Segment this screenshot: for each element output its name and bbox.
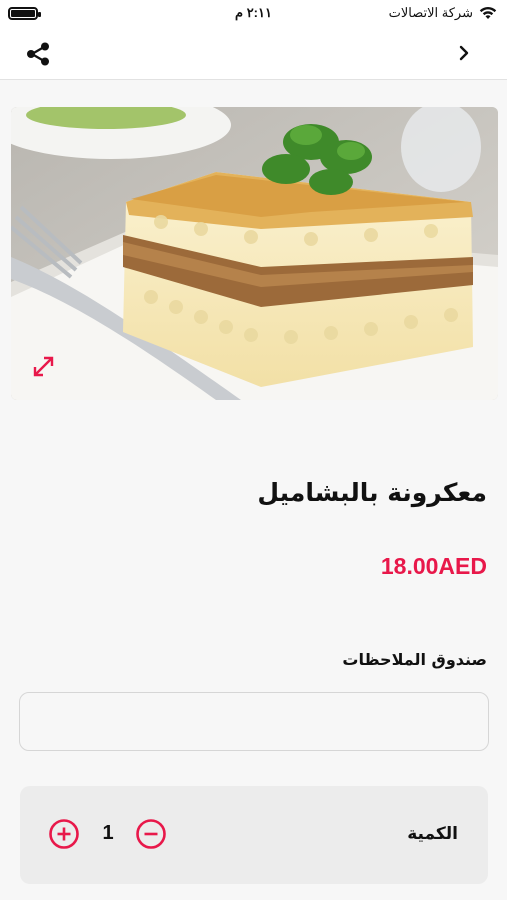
product-image[interactable] bbox=[11, 107, 498, 400]
status-carrier-group: شركة الاتصالات bbox=[389, 5, 497, 21]
plus-circle-icon bbox=[49, 819, 79, 849]
back-button[interactable] bbox=[457, 42, 471, 64]
product-price: 18.00AED bbox=[380, 553, 487, 579]
chevron-right-icon bbox=[459, 45, 469, 61]
status-bar: ٢:١١ م شركة الاتصالات bbox=[0, 0, 507, 28]
expand-image-button[interactable] bbox=[20, 343, 69, 390]
carrier-name: شركة الاتصالات bbox=[388, 5, 473, 20]
quantity-value: 1 bbox=[102, 822, 114, 844]
expand-icon bbox=[33, 356, 54, 377]
quantity-label: الكمية bbox=[407, 824, 458, 844]
minus-circle-icon bbox=[136, 819, 166, 849]
product-name: معكرونة بالبشاميل bbox=[257, 478, 487, 507]
quantity-card: الكمية 1 bbox=[20, 786, 488, 884]
notes-label: صندوق الملاحظات bbox=[342, 650, 487, 669]
lasagna-photo bbox=[11, 107, 498, 400]
share-icon bbox=[27, 42, 49, 66]
nav-bar bbox=[0, 28, 507, 80]
notes-input[interactable] bbox=[19, 692, 489, 751]
increase-quantity-button[interactable] bbox=[48, 818, 80, 850]
wifi-icon bbox=[479, 7, 497, 19]
decrease-quantity-button[interactable] bbox=[135, 818, 167, 850]
share-button[interactable] bbox=[24, 40, 52, 68]
